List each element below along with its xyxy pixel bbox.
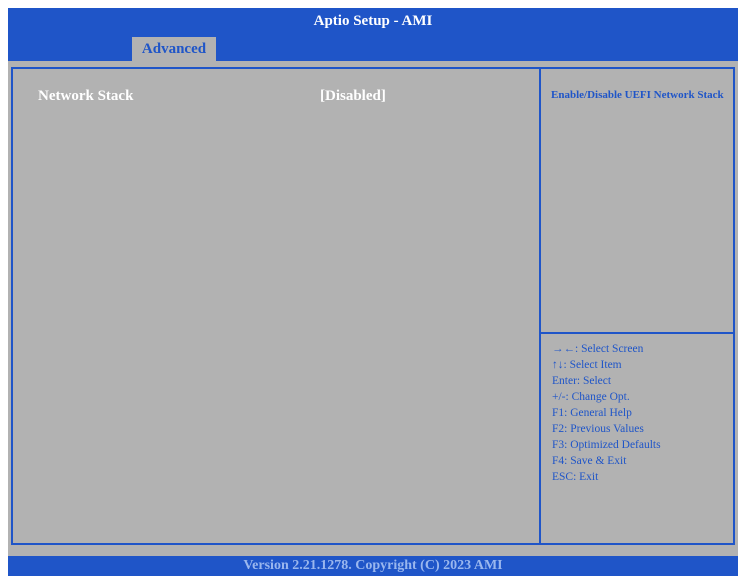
key-hint: +/-: Change Opt. bbox=[552, 391, 630, 403]
tab-advanced[interactable]: Advanced bbox=[132, 37, 216, 61]
key-hint: →←: Select Screen bbox=[552, 343, 644, 355]
panel-divider-vertical bbox=[539, 67, 541, 545]
help-description: Enable/Disable UEFI Network Stack bbox=[551, 89, 724, 101]
tab-bar: Advanced bbox=[8, 34, 738, 61]
key-hint: F1: General Help bbox=[552, 407, 632, 419]
window-title: Aptio Setup - AMI bbox=[313, 12, 433, 29]
key-hint: Enter: Select bbox=[552, 375, 612, 387]
footer-bar: Version 2.21.1278. Copyright (C) 2023 AM… bbox=[8, 556, 738, 576]
panel-divider-horizontal bbox=[539, 332, 735, 334]
setting-network-stack[interactable]: Network Stack [Disabled] bbox=[38, 88, 518, 110]
key-hint: F4: Save & Exit bbox=[552, 455, 627, 467]
key-hint: F3: Optimized Defaults bbox=[552, 439, 661, 451]
tab-advanced-label: Advanced bbox=[141, 40, 207, 57]
setting-value[interactable]: [Disabled] bbox=[320, 88, 386, 105]
bios-screen: Aptio Setup - AMI Advanced Network Stack… bbox=[8, 8, 738, 576]
setting-label: Network Stack bbox=[38, 88, 134, 104]
version-text: Version 2.21.1278. Copyright (C) 2023 AM… bbox=[243, 558, 503, 573]
key-hint: ↑↓: Select Item bbox=[552, 359, 622, 371]
key-hint: ESC: Exit bbox=[552, 471, 599, 483]
key-hint: F2: Previous Values bbox=[552, 423, 644, 435]
key-legend: →←: Select Screen ↑↓: Select Item Enter:… bbox=[552, 341, 732, 485]
title-bar: Aptio Setup - AMI bbox=[8, 8, 738, 34]
